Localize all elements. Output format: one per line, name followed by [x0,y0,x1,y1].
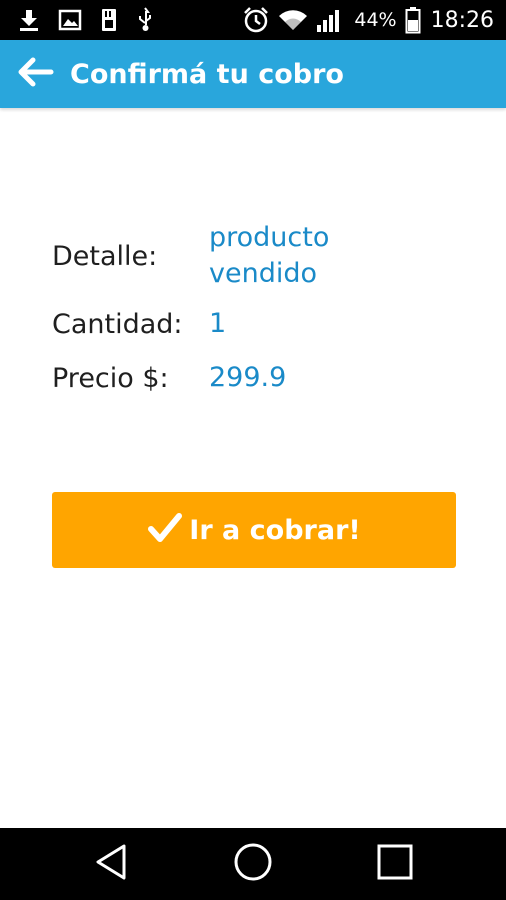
home-circle-icon [233,842,273,886]
arrow-left-icon [16,56,54,92]
price-row: Precio $: 299.9 [52,360,472,396]
precio-label: Precio $: [52,362,169,394]
battery-icon [405,6,421,34]
detalle-label: Detalle: [52,240,158,272]
image-icon [58,8,82,32]
alarm-icon [242,6,270,34]
sd-card-icon [100,7,118,33]
detail-row: Detalle: producto vendido [52,220,472,292]
detalle-value: producto vendido [209,220,379,292]
download-icon [18,8,40,32]
clock: 18:26 [430,7,494,33]
check-icon [147,512,183,548]
cobrar-button[interactable]: Ir a cobrar! [52,492,456,568]
cantidad-label: Cantidad: [52,308,183,340]
back-button[interactable] [16,54,56,94]
app-bar: Confirmá tu cobro [0,40,506,108]
status-bar: 44% 18:26 [0,0,506,40]
status-right: 44% 18:26 [234,6,494,34]
cobrar-button-label: Ir a cobrar! [189,514,361,546]
nav-home-button[interactable] [223,834,283,894]
navigation-bar [0,828,506,900]
details-section: Detalle: producto vendido Cantidad: 1 Pr… [52,220,472,396]
quantity-row: Cantidad: 1 [52,306,472,342]
back-triangle-icon [93,843,129,885]
page-title: Confirmá tu cobro [70,58,344,90]
precio-value: 299.9 [209,362,287,393]
nav-recents-button[interactable] [365,834,425,894]
detalle-value-line2: vendido [209,258,317,289]
cantidad-value: 1 [209,308,227,339]
battery-percent: 44% [354,9,397,31]
recents-square-icon [376,843,414,885]
detalle-value-line1: producto [209,222,330,253]
signal-icon [316,7,344,33]
usb-icon [136,7,154,33]
wifi-icon [278,8,308,32]
screen: 44% 18:26 Confirmá tu cobro Detalle: pro… [0,0,506,900]
status-left [18,7,172,33]
nav-back-button[interactable] [81,834,141,894]
